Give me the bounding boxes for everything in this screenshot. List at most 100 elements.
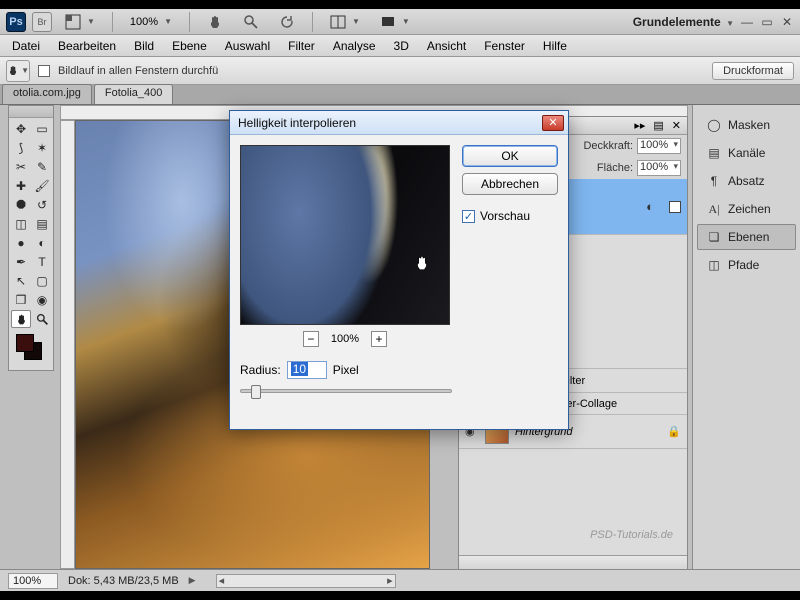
panel-tab-ebenen[interactable]: ❏ Ebenen (697, 224, 796, 250)
panel-tab-label: Ebenen (728, 230, 769, 244)
ok-button[interactable]: OK (462, 145, 558, 167)
channels-icon: ▤ (706, 145, 722, 161)
print-format-button[interactable]: Druckformat (712, 62, 794, 80)
panel-tab-pfade[interactable]: ◫ Pfade (697, 252, 796, 278)
status-doc-info: Dok: 5,43 MB/23,5 MB (68, 575, 179, 587)
preview-checkbox-label: Vorschau (480, 209, 530, 223)
tool-palette: ✥ ▭ ⟆ ✶ ✂ ✎ ✚ 🖌 ⯃ ↺ ◫ ▤ ● ◐ ✒ T ↖ ▢ ❒ ◉ (8, 105, 54, 371)
dodge-tool[interactable]: ◐ (32, 234, 52, 252)
menu-ansicht[interactable]: Ansicht (419, 36, 474, 56)
menu-bild[interactable]: Bild (126, 36, 162, 56)
foreground-color-swatch[interactable] (16, 334, 34, 352)
type-tool[interactable]: T (32, 253, 52, 271)
preview-zoom-value: 100% (331, 333, 359, 345)
scroll-all-windows-checkbox[interactable] (38, 65, 50, 77)
dialog-close-button[interactable]: ✕ (542, 115, 564, 131)
menu-3d[interactable]: 3D (386, 36, 417, 56)
menu-filter[interactable]: Filter (280, 36, 323, 56)
menu-fenster[interactable]: Fenster (476, 36, 533, 56)
menu-auswahl[interactable]: Auswahl (217, 36, 278, 56)
healing-tool[interactable]: ✚ (11, 177, 31, 195)
panel-tab-absatz[interactable]: ¶ Absatz (697, 168, 796, 194)
radius-slider[interactable] (240, 389, 452, 393)
opacity-value-input[interactable]: 100% (637, 138, 681, 154)
pen-tool[interactable]: ✒ (11, 253, 31, 271)
blur-tool[interactable]: ● (11, 234, 31, 252)
radius-unit-label: Pixel (333, 363, 359, 377)
app-titlebar: Ps Br ▼ 100% ▼ ▼ ▼ Grun (0, 9, 800, 35)
menu-analyse[interactable]: Analyse (325, 36, 384, 56)
zoom-tool[interactable] (32, 310, 52, 328)
window-close-button[interactable]: ✕ (780, 15, 794, 29)
hand-tool-shortcut[interactable] (200, 12, 230, 32)
document-tab-2[interactable]: Fotolia_400 (94, 84, 174, 104)
window-minimize-button[interactable]: — (740, 15, 754, 29)
dialog-titlebar[interactable]: Helligkeit interpolieren ✕ (230, 111, 568, 135)
paths-icon: ◫ (706, 257, 722, 273)
radius-label: Radius: (240, 363, 281, 377)
brush-tool[interactable]: 🖌 (32, 177, 52, 195)
move-tool[interactable]: ✥ (11, 120, 31, 138)
panel-tab-label: Pfade (728, 258, 759, 272)
eyedropper-tool[interactable]: ✎ (32, 158, 52, 176)
slider-thumb[interactable] (251, 385, 261, 399)
workspace-switcher[interactable]: Grundelemente ▼ (633, 15, 734, 29)
right-dock-column: ◯ Masken ▤ Kanäle ¶ Absatz A| Zeichen ❏ … (692, 105, 800, 569)
marquee-tool[interactable]: ▭ (32, 120, 52, 138)
lasso-tool[interactable]: ⟆ (11, 139, 31, 157)
fill-value-input[interactable]: 100% (637, 160, 681, 176)
filter-preview[interactable] (240, 145, 450, 325)
window-maximize-button[interactable]: ▭ (760, 15, 774, 29)
crop-tool[interactable]: ✂ (11, 158, 31, 176)
panel-tab-kanaele[interactable]: ▤ Kanäle (697, 140, 796, 166)
color-swatches[interactable] (11, 332, 52, 366)
zoom-out-button[interactable]: − (303, 331, 319, 347)
menu-datei[interactable]: Datei (4, 36, 48, 56)
layers-icon: ❏ (706, 229, 722, 245)
titlebar-zoom-readout[interactable]: 100% ▼ (123, 12, 179, 32)
quick-select-tool[interactable]: ✶ (32, 139, 52, 157)
panel-tab-zeichen[interactable]: A| Zeichen (697, 196, 796, 222)
ruler-vertical[interactable] (60, 120, 75, 569)
stamp-tool[interactable]: ⯃ (11, 196, 31, 214)
photoshop-logo: Ps (6, 12, 26, 32)
shape-tool[interactable]: ▢ (32, 272, 52, 290)
arrange-documents-dropdown[interactable]: ▼ (323, 12, 367, 32)
radius-input[interactable]: 10 (287, 361, 327, 379)
history-brush-tool[interactable]: ↺ (32, 196, 52, 214)
document-tab-1[interactable]: otolia.com.jpg (2, 84, 92, 104)
zoom-tool-shortcut[interactable] (236, 12, 266, 32)
gradient-tool[interactable]: ▤ (32, 215, 52, 233)
panel-tab-masken[interactable]: ◯ Masken (697, 112, 796, 138)
hand-icon (7, 63, 19, 78)
status-zoom-field[interactable]: 100% (8, 573, 58, 589)
3d-tool[interactable]: ❒ (11, 291, 31, 309)
arrange-icon (330, 14, 346, 30)
magnifier-icon (36, 313, 49, 326)
paragraph-icon: ¶ (706, 173, 722, 189)
hand-tool[interactable] (11, 310, 31, 328)
path-select-tool[interactable]: ↖ (11, 272, 31, 290)
cancel-button[interactable]: Abbrechen (462, 173, 558, 195)
horizontal-scrollbar[interactable] (216, 574, 396, 588)
rotate-view-shortcut[interactable] (272, 12, 302, 32)
eraser-tool[interactable]: ◫ (11, 215, 31, 233)
character-icon: A| (706, 201, 722, 217)
panel-tab-label: Zeichen (728, 202, 771, 216)
view-extras-dropdown[interactable]: ▼ (58, 12, 102, 32)
preview-checkbox-row[interactable]: ✓ Vorschau (462, 209, 558, 223)
workspace-label: Grundelemente (633, 15, 721, 29)
zoom-in-button[interactable]: + (371, 331, 387, 347)
grid-icon (65, 14, 81, 30)
screen-mode-dropdown[interactable]: ▼ (373, 12, 417, 32)
hand-icon (207, 14, 223, 30)
menu-ebene[interactable]: Ebene (164, 36, 215, 56)
document-tab-strip: otolia.com.jpg Fotolia_400 (0, 85, 800, 105)
current-tool-indicator[interactable]: ▼ (6, 60, 30, 82)
bridge-launch-icon[interactable]: Br (32, 12, 52, 32)
3d-camera-tool[interactable]: ◉ (32, 291, 52, 309)
menu-hilfe[interactable]: Hilfe (535, 36, 575, 56)
menu-bearbeiten[interactable]: Bearbeiten (50, 36, 124, 56)
scroll-all-windows-label: Bildlauf in allen Fenstern durchfü (58, 65, 218, 77)
preview-checkbox[interactable]: ✓ (462, 210, 475, 223)
